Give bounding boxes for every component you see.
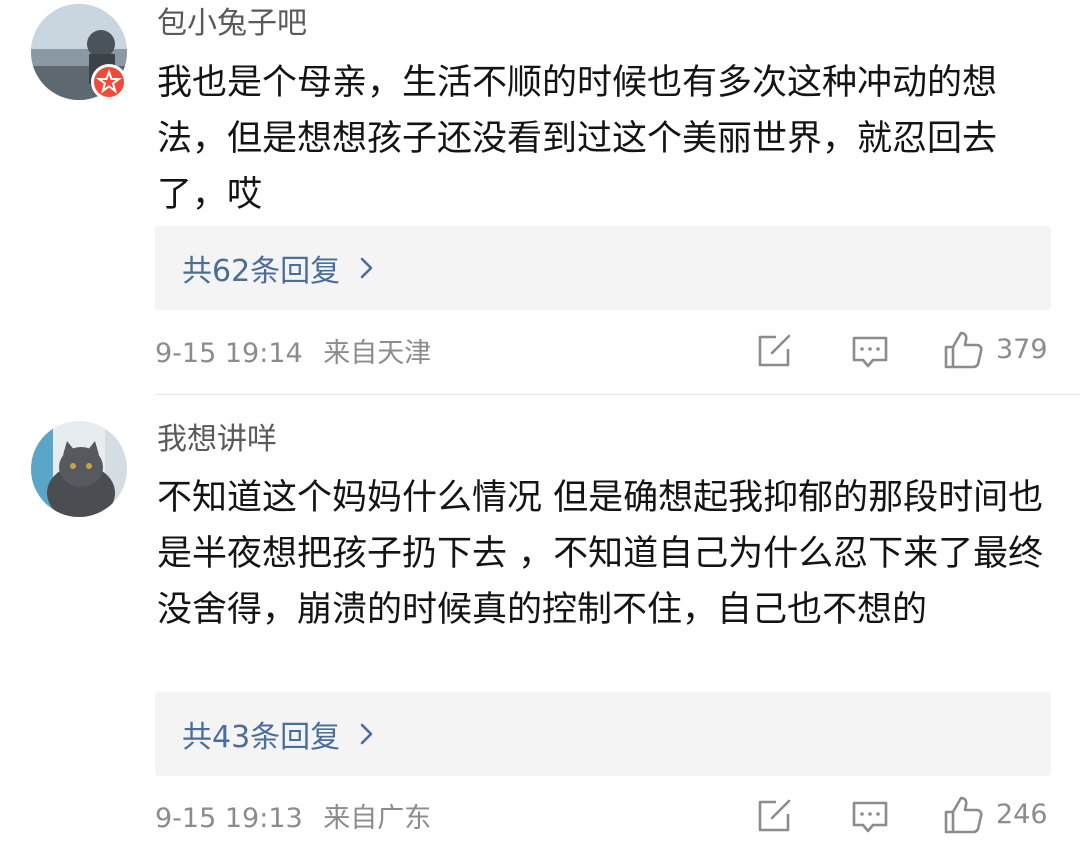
- like-icon[interactable]: [940, 327, 986, 373]
- replies-count-label: 共62条回复: [182, 254, 341, 289]
- view-replies-button[interactable]: 共62条回复: [155, 226, 1051, 310]
- like-count: 379: [996, 334, 1048, 365]
- action-bar: 246: [0, 794, 1080, 844]
- comment-text: 我也是个母亲，生活不顺的时候也有多次这种冲动的想法，但是想想孩子还没看到过这个美…: [157, 63, 998, 215]
- username[interactable]: 我想讲咩: [157, 420, 277, 460]
- replies-count-label: 共43条回复: [182, 720, 341, 755]
- username[interactable]: 包小兔子吧: [157, 4, 307, 44]
- share-icon[interactable]: [752, 329, 796, 373]
- like-count: 246: [996, 799, 1048, 830]
- comment-text: 不知道这个妈妈什么情况 但是确想起我抑郁的那段时间也是半夜想把孩子扔下去 ，不知…: [157, 478, 1044, 630]
- like-icon[interactable]: [940, 792, 986, 838]
- view-replies-button[interactable]: 共43条回复: [155, 692, 1051, 776]
- comment-item: 我想讲咩 不知道这个妈妈什么情况 但是确想起我抑郁的那段时间也是半夜想把孩子扔下…: [0, 395, 1080, 858]
- comment-item: 包小兔子吧 我也是个母亲，生活不顺的时候也有多次这种冲动的想法，但是想想孩子还没…: [0, 0, 1080, 395]
- chevron-right-icon: [360, 723, 373, 745]
- chevron-right-icon: [360, 257, 373, 279]
- action-bar: 379: [0, 329, 1080, 379]
- reply-icon[interactable]: [848, 329, 892, 373]
- share-icon[interactable]: [752, 794, 796, 838]
- verified-badge-icon: [91, 64, 127, 100]
- avatar[interactable]: [31, 421, 127, 517]
- reply-icon[interactable]: [848, 794, 892, 838]
- cat-avatar: [31, 421, 127, 517]
